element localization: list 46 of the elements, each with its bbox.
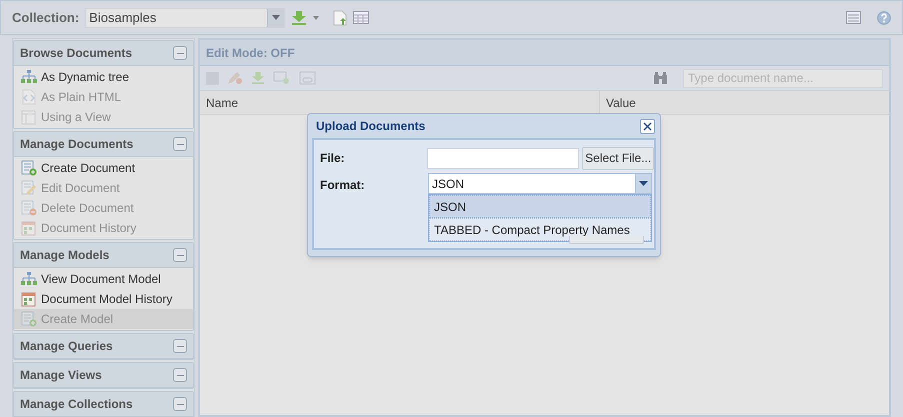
document-upload-icon[interactable]: [333, 10, 348, 26]
caret-icon: [639, 181, 648, 186]
format-dropdown[interactable]: JSON: [428, 173, 652, 194]
file-field[interactable]: [427, 148, 580, 168]
document-plus-icon: [20, 160, 36, 176]
close-button[interactable]: [640, 118, 655, 134]
panel-header[interactable]: Manage Queries: [14, 334, 193, 359]
dropdown-option[interactable]: JSON: [429, 195, 651, 218]
calendar-grid-icon: [21, 220, 36, 236]
collapse-icon[interactable]: [173, 248, 187, 262]
close-icon: [643, 122, 652, 130]
panel-title: Edit Mode: OFF: [206, 44, 295, 62]
code-file-icon: [22, 89, 36, 105]
pencil-icon[interactable]: [227, 71, 243, 85]
select-file-button[interactable]: Select File...: [582, 146, 654, 170]
collection-dropdown[interactable]: Biosamples: [85, 8, 286, 28]
collapse-icon[interactable]: [173, 137, 187, 151]
collection-label: Collection:: [12, 8, 80, 27]
column-header[interactable]: Value: [600, 91, 889, 114]
caret-icon[interactable]: [313, 16, 320, 20]
table-icon[interactable]: [353, 11, 370, 24]
panel-header[interactable]: Manage Collections: [14, 392, 193, 417]
help-icon[interactable]: [877, 10, 891, 24]
document-pencil-icon: [20, 180, 36, 196]
panel-header[interactable]: Manage Models: [14, 243, 193, 268]
collapse-icon[interactable]: [173, 339, 187, 353]
dropdown-option[interactable]: TABBED - Compact Property Names: [429, 218, 651, 241]
collapse-icon[interactable]: [173, 397, 187, 411]
layout-icon: [21, 110, 36, 124]
calendar-grid-icon: [21, 292, 36, 306]
download-icon[interactable]: [291, 10, 308, 24]
panel-header[interactable]: Manage Views: [14, 363, 193, 388]
document-minus-icon: [20, 200, 36, 216]
caret-icon: [272, 15, 280, 20]
collapse-icon[interactable]: [173, 368, 187, 382]
list-icon[interactable]: [846, 11, 861, 24]
document-plus-icon: [20, 311, 36, 327]
binoculars-icon[interactable]: [654, 72, 667, 84]
dialog-title: Upload Documents: [316, 118, 426, 135]
file-label: File:: [320, 150, 346, 167]
format-label: Format:: [320, 177, 366, 194]
collapse-icon[interactable]: [173, 46, 187, 60]
panel-header[interactable]: Manage Documents: [14, 132, 193, 157]
tree-icon: [20, 272, 36, 286]
tree-icon: [20, 70, 36, 84]
panel-header[interactable]: Browse Documents: [14, 41, 193, 66]
